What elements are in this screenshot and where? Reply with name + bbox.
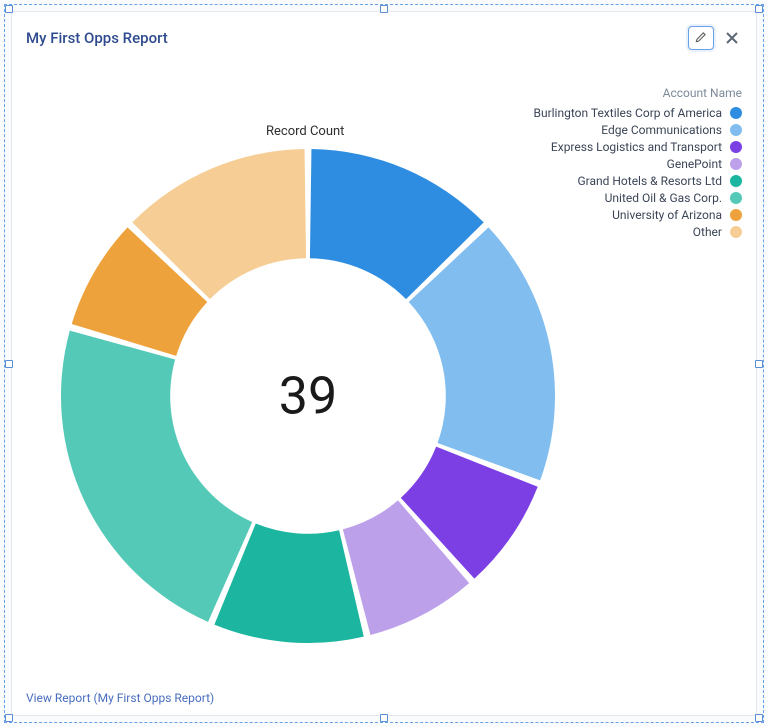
edit-button[interactable]: [688, 26, 714, 50]
legend-item-label: GenePoint: [667, 157, 722, 171]
legend-swatch: [730, 226, 742, 238]
legend-swatch: [730, 107, 742, 119]
close-button[interactable]: [722, 28, 742, 48]
card-title: My First Opps Report: [26, 29, 168, 47]
legend-swatch: [730, 192, 742, 204]
pencil-icon: [694, 29, 708, 48]
legend-item-label: Burlington Textiles Corp of America: [533, 106, 722, 120]
legend-swatch: [730, 209, 742, 221]
legend-swatch: [730, 124, 742, 136]
legend-item-label: University of Arizona: [612, 208, 722, 222]
legend-item[interactable]: Edge Communications: [533, 123, 742, 137]
legend-item-label: Other: [693, 225, 722, 239]
report-card: My First Opps Report Record Count Accoun…: [11, 11, 757, 716]
card-actions: [688, 26, 742, 50]
legend-swatch: [730, 141, 742, 153]
legend-item-label: Grand Hotels & Resorts Ltd: [577, 174, 722, 188]
resize-handle-bottom-right[interactable]: [755, 714, 763, 722]
legend-title: Account Name: [533, 86, 742, 100]
donut-chart: 39: [48, 136, 568, 656]
donut-center-value: 39: [279, 366, 337, 427]
legend-item-label: United Oil & Gas Corp.: [605, 191, 722, 205]
legend-swatch: [730, 158, 742, 170]
donut-segment[interactable]: [61, 331, 252, 622]
card-header: My First Opps Report: [26, 26, 742, 50]
close-icon: [726, 29, 738, 48]
legend-swatch: [730, 175, 742, 187]
view-report-link[interactable]: View Report (My First Opps Report): [26, 685, 742, 705]
chart-area: Record Count Account Name Burlington Tex…: [26, 56, 742, 685]
legend-item-label: Express Logistics and Transport: [551, 140, 722, 154]
legend-item-label: Edge Communications: [601, 123, 722, 137]
legend-item[interactable]: Burlington Textiles Corp of America: [533, 106, 742, 120]
